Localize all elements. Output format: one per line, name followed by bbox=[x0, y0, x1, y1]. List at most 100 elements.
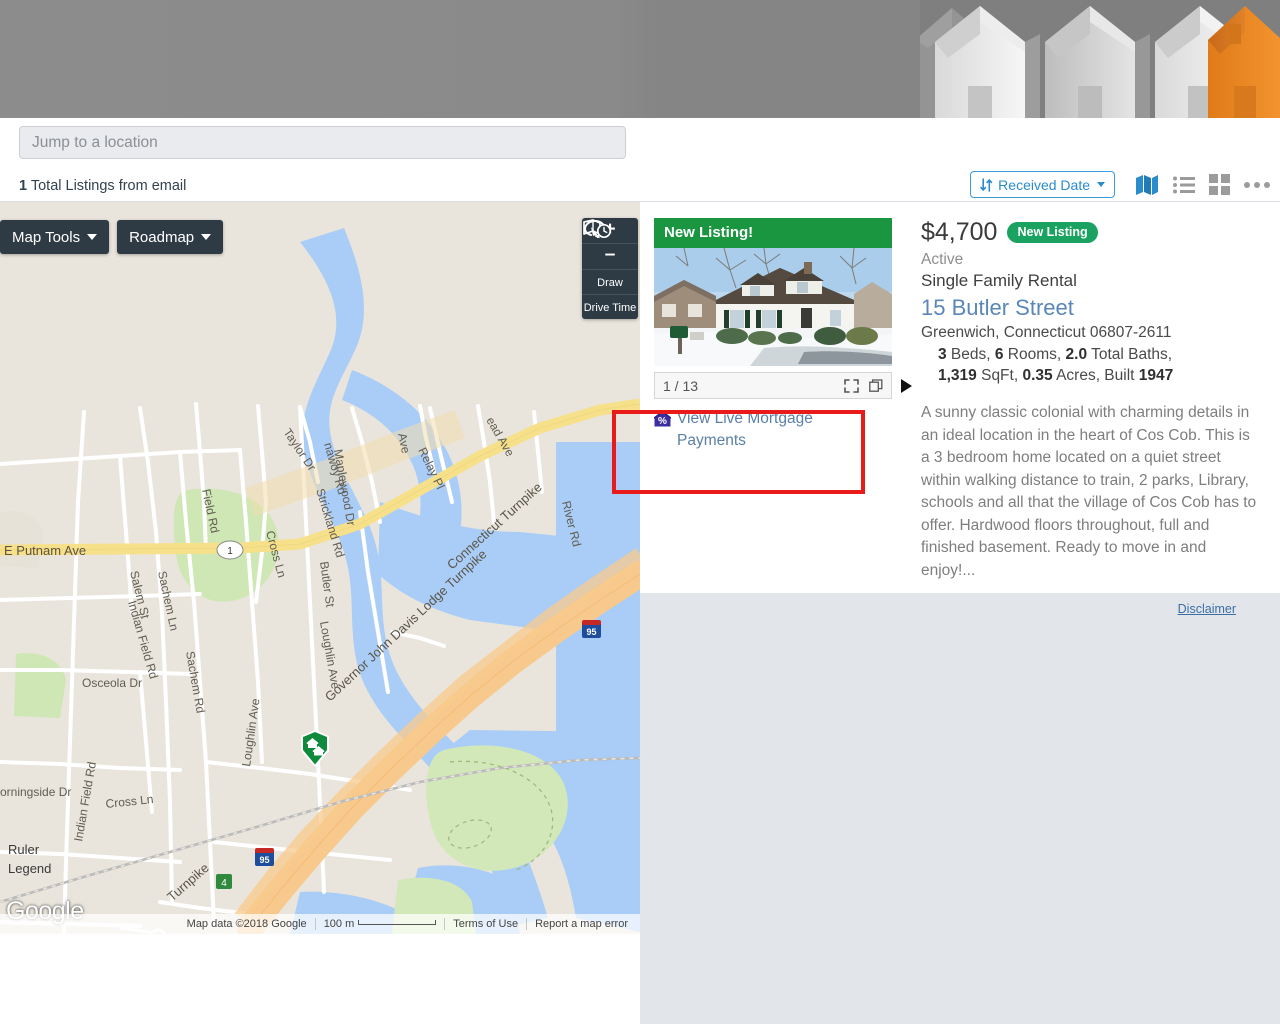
more-options-icon[interactable] bbox=[1244, 181, 1270, 188]
toolbar-actions: Received Date bbox=[970, 171, 1270, 198]
search-bar-container bbox=[0, 118, 1280, 168]
baths-value: 2.0 bbox=[1065, 346, 1088, 363]
banner-gradient-overlay bbox=[0, 0, 180, 118]
listing-address-link[interactable]: 15 Butler Street bbox=[921, 295, 1271, 321]
grid-view-icon[interactable] bbox=[1209, 174, 1230, 195]
location-search-input[interactable] bbox=[19, 126, 626, 159]
view-switcher bbox=[1135, 174, 1270, 196]
map-tools-label: Map Tools bbox=[12, 228, 81, 246]
svg-text:Osceola Dr: Osceola Dr bbox=[82, 676, 142, 690]
map-controls: + – Draw Drive Time bbox=[582, 218, 638, 319]
listing-description: A sunny classic colonial with charming d… bbox=[921, 404, 1257, 579]
svg-text:95: 95 bbox=[259, 855, 269, 865]
property-type: Single Family Rental bbox=[921, 271, 1077, 290]
banner-houses-image bbox=[660, 0, 1280, 118]
acres-value: 0.35 bbox=[1022, 367, 1053, 384]
listing-status: Active bbox=[921, 251, 964, 268]
listing-details: $4,700 New Listing Active Single Family … bbox=[921, 218, 1271, 582]
photo-counter: 1 / 13 bbox=[663, 377, 699, 394]
sqft-label: SqFt, bbox=[976, 367, 1023, 384]
svg-text:E Putnam Ave: E Putnam Ave bbox=[4, 543, 86, 558]
listing-detail-panel: New Listing! 1 / 13 % View Live Mortgage… bbox=[640, 202, 1280, 593]
map-legend-links: Ruler Legend bbox=[8, 840, 51, 878]
results-toolbar: 1 Total Listings from email Received Dat… bbox=[0, 168, 1280, 202]
photo-navigation-bar: 1 / 13 bbox=[654, 372, 912, 399]
results-count: 1 Total Listings from email bbox=[19, 178, 186, 194]
sort-dropdown-label: Received Date bbox=[998, 176, 1090, 193]
map-data-credit: Map data ©2018 Google bbox=[186, 918, 307, 930]
facts-line-2: 1,319 SqFt, 0.35 Acres, Built 1947 bbox=[938, 365, 1271, 386]
map-scale-label: 100 m bbox=[323, 918, 355, 930]
beds-value: 3 bbox=[938, 346, 947, 363]
page-root: 1 Total Listings from email Received Dat… bbox=[0, 0, 1280, 1024]
rooms-label: Rooms, bbox=[1003, 346, 1066, 363]
svg-text:orningside Dr: orningside Dr bbox=[0, 785, 71, 799]
play-arrow-icon bbox=[901, 379, 912, 393]
copy-glyph bbox=[869, 378, 883, 392]
drive-time-label: Drive Time bbox=[583, 302, 637, 314]
house-photo-image bbox=[654, 248, 892, 366]
map-scale: 100 m bbox=[314, 918, 445, 930]
new-listing-badge: New Listing bbox=[1007, 222, 1098, 243]
draw-button[interactable]: Draw bbox=[582, 220, 638, 295]
draw-label: Draw bbox=[597, 277, 623, 289]
acres-label: Acres, Built bbox=[1052, 367, 1139, 384]
panel-empty-area bbox=[640, 593, 1280, 1024]
map-tiles: E Putnam Ave Indian Field Rd Indian Fiel… bbox=[0, 202, 640, 934]
chevron-down-icon bbox=[87, 234, 98, 240]
svg-text:4: 4 bbox=[221, 878, 227, 889]
drive-time-icon bbox=[583, 219, 612, 239]
disclaimer-link[interactable]: Disclaimer bbox=[1178, 602, 1236, 616]
zoom-out-button[interactable]: – bbox=[582, 244, 638, 270]
results-count-number: 1 bbox=[19, 178, 28, 194]
roadmap-button[interactable]: Roadmap bbox=[117, 220, 224, 254]
rooms-value: 6 bbox=[994, 346, 1004, 363]
list-glyph bbox=[1173, 176, 1195, 193]
sort-icon bbox=[980, 177, 993, 192]
listing-photo-card: New Listing! 1 / 13 % View Live Mortgage… bbox=[653, 218, 912, 452]
map-view-icon[interactable] bbox=[1135, 174, 1159, 196]
chevron-down-icon bbox=[1097, 182, 1105, 187]
price-row: $4,700 New Listing bbox=[921, 218, 1271, 247]
report-map-error-link[interactable]: Report a map error bbox=[526, 918, 636, 930]
svg-text:1: 1 bbox=[227, 546, 233, 557]
home-pin-icon bbox=[301, 730, 329, 767]
copy-photo-icon[interactable] bbox=[869, 378, 883, 393]
built-value: 1947 bbox=[1138, 367, 1174, 384]
next-photo-button[interactable] bbox=[897, 377, 915, 395]
sort-dropdown-button[interactable]: Received Date bbox=[970, 171, 1115, 198]
expand-photo-icon[interactable] bbox=[844, 378, 859, 393]
results-count-text: Total Listings from email bbox=[27, 178, 187, 194]
grid-glyph bbox=[1209, 174, 1230, 195]
dot bbox=[1244, 181, 1250, 188]
listing-photo[interactable] bbox=[654, 248, 892, 366]
map-canvas[interactable]: E Putnam Ave Indian Field Rd Indian Fiel… bbox=[0, 202, 640, 934]
svg-text:%: % bbox=[658, 416, 667, 427]
roadmap-label: Roadmap bbox=[129, 228, 195, 246]
map-bottom-spacer bbox=[0, 934, 640, 1024]
map-attribution-bar: Map data ©2018 Google 100 m Terms of Use… bbox=[0, 914, 640, 934]
map-glyph bbox=[1136, 174, 1158, 195]
ruler-link[interactable]: Ruler bbox=[8, 840, 51, 859]
mortgage-house-percent-glyph: % bbox=[653, 410, 672, 427]
view-live-mortgage-payments-link[interactable]: % View Live Mortgage Payments bbox=[653, 408, 834, 452]
mortgage-percent-icon: % bbox=[653, 410, 672, 434]
sqft-value: 1,319 bbox=[938, 367, 977, 384]
listing-facts: 3 Beds, 6 Rooms, 2.0 Total Baths, 1,319 … bbox=[921, 344, 1271, 386]
header-banner bbox=[0, 0, 1280, 118]
list-view-icon[interactable] bbox=[1173, 176, 1195, 194]
legend-link[interactable]: Legend bbox=[8, 859, 51, 878]
map-tools-button[interactable]: Map Tools bbox=[0, 220, 110, 254]
terms-of-use-link[interactable]: Terms of Use bbox=[444, 918, 526, 930]
dot bbox=[1254, 181, 1260, 188]
dot bbox=[1264, 181, 1270, 188]
svg-text:95: 95 bbox=[586, 627, 596, 637]
facts-line-1: 3 Beds, 6 Rooms, 2.0 Total Baths, bbox=[938, 344, 1271, 365]
minus-icon: – bbox=[604, 244, 616, 265]
scale-bar bbox=[358, 920, 437, 925]
new-listing-banner: New Listing! bbox=[654, 218, 892, 248]
mortgage-link-text: View Live Mortgage Payments bbox=[677, 410, 813, 449]
drive-time-button[interactable]: Drive Time bbox=[582, 219, 638, 319]
chevron-down-icon bbox=[201, 234, 212, 240]
beds-label: Beds, bbox=[946, 346, 995, 363]
